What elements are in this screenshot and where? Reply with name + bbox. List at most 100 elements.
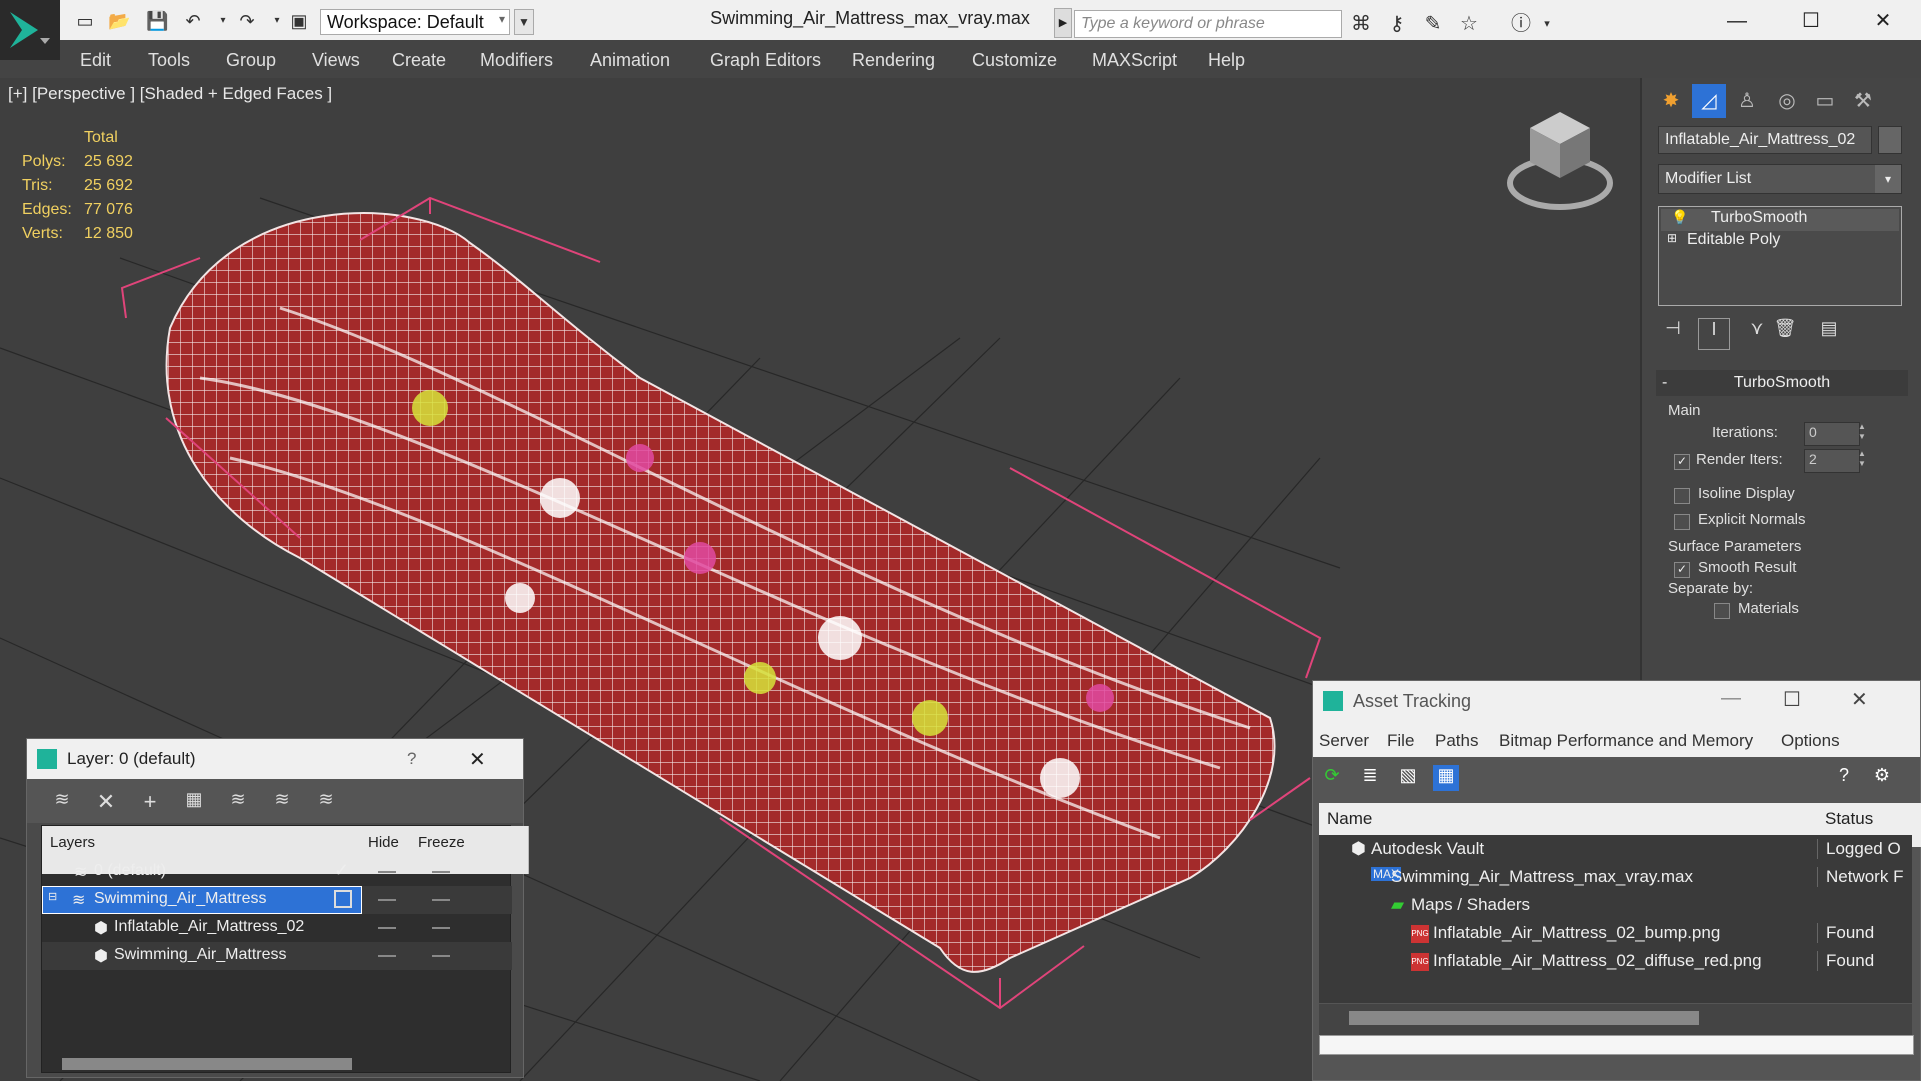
rollout-header[interactable]: - TurboSmooth: [1656, 370, 1908, 396]
workspace-menu-button[interactable]: ▼: [514, 9, 534, 35]
asset-menu-file[interactable]: File: [1387, 731, 1414, 751]
asset-menu-paths[interactable]: Paths: [1435, 731, 1478, 751]
layer-row[interactable]: ≋ 0 (default) ✓: [42, 858, 512, 886]
freeze-toggle[interactable]: [432, 927, 450, 929]
hide-toggle[interactable]: [378, 871, 396, 873]
asset-window-titlebar[interactable]: Asset Tracking — ☐ ✕: [1313, 681, 1920, 723]
key-icon[interactable]: ⚷: [1384, 11, 1410, 37]
communication-icon[interactable]: ✎: [1420, 11, 1446, 37]
close-icon[interactable]: ✕: [1868, 6, 1898, 36]
menu-graph-editors[interactable]: Graph Editors: [710, 50, 821, 71]
menu-tools[interactable]: Tools: [148, 50, 190, 71]
star-icon[interactable]: ☆: [1456, 11, 1482, 37]
spinner-arrows-icon[interactable]: ▲ ▼: [1856, 422, 1868, 442]
make-current-layer-icon[interactable]: [334, 890, 352, 908]
object-color-swatch[interactable]: [1878, 126, 1902, 154]
redo-icon[interactable]: ↷: [236, 10, 258, 32]
iterations-spinner[interactable]: 0: [1804, 422, 1860, 446]
viewport-label[interactable]: [+] [Perspective ] [Shaded + Edged Faces…: [8, 84, 332, 104]
layer-window-titlebar[interactable]: Layer: 0 (default) ? ✕: [27, 739, 523, 779]
asset-row[interactable]: ⬢ Autodesk Vault Logged O: [1319, 835, 1912, 864]
open-file-icon[interactable]: 📂: [108, 10, 130, 32]
close-icon[interactable]: ✕: [469, 747, 486, 772]
table-view-icon[interactable]: ▦: [1433, 765, 1459, 791]
select-objects-icon[interactable]: ▦: [181, 789, 207, 815]
hide-all-layers-icon[interactable]: ≋: [269, 789, 295, 815]
utilities-tab-icon[interactable]: ⚒: [1846, 84, 1880, 118]
hierarchy-tab-icon[interactable]: ♙: [1730, 84, 1764, 118]
menu-animation[interactable]: Animation: [590, 50, 670, 71]
layer-row[interactable]: ⊟ ≋ Swimming_Air_Mattress: [42, 886, 512, 914]
undo-dropdown-icon[interactable]: ▾: [212, 10, 234, 32]
new-file-icon[interactable]: ▭: [74, 10, 96, 32]
refresh-icon[interactable]: ⟳: [1319, 765, 1345, 791]
smooth-result-checkbox[interactable]: ✓: [1674, 562, 1690, 578]
delete-layer-icon[interactable]: ✕: [93, 789, 119, 815]
asset-menu-bitmap[interactable]: Bitmap Performance and Memory: [1499, 731, 1753, 751]
asset-row[interactable]: MAX Swimming_Air_Mattress_max_vray.max N…: [1319, 863, 1912, 892]
freeze-all-layers-icon[interactable]: ≋: [313, 789, 339, 815]
minimize-icon[interactable]: —: [1721, 687, 1741, 710]
make-unique-icon[interactable]: ⋎: [1742, 318, 1772, 348]
motion-tab-icon[interactable]: ◎: [1770, 84, 1804, 118]
configure-modifier-sets-icon[interactable]: ▤: [1814, 318, 1844, 348]
asset-row[interactable]: ▰ Maps / Shaders: [1319, 891, 1912, 920]
horizontal-scrollbar[interactable]: [62, 1058, 352, 1070]
menu-create[interactable]: Create: [392, 50, 446, 71]
add-to-layer-icon[interactable]: +: [137, 789, 163, 815]
freeze-toggle[interactable]: [432, 955, 450, 957]
maximize-icon[interactable]: ☐: [1796, 6, 1826, 36]
help-icon[interactable]: ?: [1831, 765, 1857, 791]
maximize-icon[interactable]: ☐: [1783, 687, 1801, 712]
lightbulb-icon[interactable]: 💡: [1671, 209, 1688, 226]
menu-group[interactable]: Group: [226, 50, 276, 71]
undo-icon[interactable]: ↶: [182, 10, 204, 32]
hide-toggle[interactable]: [378, 899, 396, 901]
layer-row[interactable]: ⬢ Inflatable_Air_Mattress_02: [42, 914, 512, 942]
materials-checkbox[interactable]: [1714, 603, 1730, 619]
remove-modifier-icon[interactable]: 🗑: [1770, 318, 1800, 348]
spinner-arrows-icon[interactable]: ▲ ▼: [1856, 449, 1868, 469]
render-iters-checkbox[interactable]: ✓: [1674, 454, 1690, 470]
binoculars-icon[interactable]: ⌘: [1348, 11, 1374, 37]
horizontal-scrollbar[interactable]: [1349, 1011, 1699, 1025]
thumbnail-view-icon[interactable]: ▧: [1395, 765, 1421, 791]
explicit-normals-checkbox[interactable]: [1674, 514, 1690, 530]
highlight-selected-icon[interactable]: ≋: [225, 789, 251, 815]
help-dropdown-icon[interactable]: ▾: [1534, 11, 1560, 37]
hide-toggle[interactable]: [378, 955, 396, 957]
menu-rendering[interactable]: Rendering: [852, 50, 935, 71]
stack-item-turbosmooth[interactable]: 💡 TurboSmooth: [1661, 209, 1899, 231]
create-tab-icon[interactable]: ✸: [1654, 84, 1688, 118]
pin-stack-icon[interactable]: ⊣: [1658, 318, 1688, 348]
app-logo-icon[interactable]: [0, 0, 60, 60]
search-input[interactable]: Type a keyword or phrase: [1074, 10, 1342, 38]
asset-menu-server[interactable]: Server: [1319, 731, 1369, 751]
display-tab-icon[interactable]: ▭: [1808, 84, 1842, 118]
collapse-icon[interactable]: ⊟: [48, 890, 57, 903]
help-icon[interactable]: ⓘ: [1508, 11, 1534, 37]
freeze-toggle[interactable]: [432, 899, 450, 901]
help-icon[interactable]: ?: [407, 749, 416, 769]
active-layer-checkmark-icon[interactable]: ✓: [334, 860, 349, 881]
close-icon[interactable]: ✕: [1851, 687, 1868, 712]
hide-toggle[interactable]: [378, 927, 396, 929]
search-expand-button[interactable]: ▶: [1054, 8, 1072, 38]
modifier-list-dropdown[interactable]: Modifier List ▾: [1658, 164, 1902, 194]
show-end-result-icon[interactable]: I: [1698, 318, 1730, 350]
menu-modifiers[interactable]: Modifiers: [480, 50, 553, 71]
expand-icon[interactable]: ⊞: [1667, 231, 1677, 245]
new-layer-icon[interactable]: ≋: [49, 789, 75, 815]
modify-tab-icon[interactable]: ◿: [1692, 84, 1726, 118]
menu-maxscript[interactable]: MAXScript: [1092, 50, 1177, 71]
menu-customize[interactable]: Customize: [972, 50, 1057, 71]
menu-help[interactable]: Help: [1208, 50, 1245, 71]
asset-row[interactable]: PNG Inflatable_Air_Mattress_02_bump.png …: [1319, 919, 1912, 948]
render-iters-spinner[interactable]: 2: [1804, 449, 1860, 473]
save-icon[interactable]: 💾: [146, 10, 168, 32]
asset-row[interactable]: PNG Inflatable_Air_Mattress_02_diffuse_r…: [1319, 947, 1912, 976]
redo-dropdown-icon[interactable]: ▾: [266, 10, 288, 32]
stack-item-editable-poly[interactable]: ⊞ Editable Poly: [1661, 231, 1899, 253]
asset-menu-options[interactable]: Options: [1781, 731, 1840, 751]
list-view-icon[interactable]: ≣: [1357, 765, 1383, 791]
